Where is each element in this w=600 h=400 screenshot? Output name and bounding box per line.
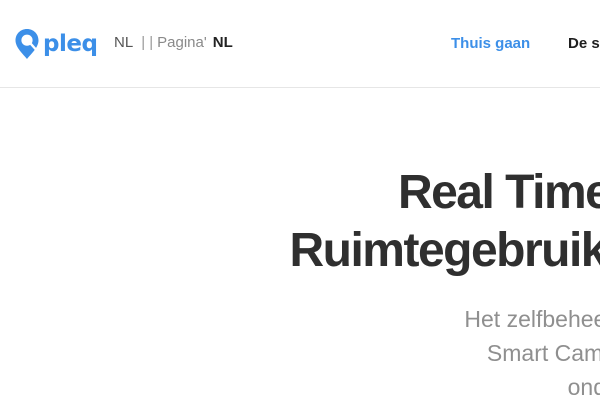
language-switch-link[interactable]: NL [213, 34, 233, 51]
hero-title-line-1: Real Time I [397, 166, 600, 219]
hero-title-line-2: Ruimtegebruik [289, 224, 600, 277]
hero-subtitle-line-3: ond [567, 374, 600, 400]
language-selector: NL | | Pagina' NL [114, 34, 233, 51]
logo-link[interactable]: pleq [14, 28, 98, 60]
current-language: NL [114, 34, 134, 51]
logo-text: pleq [43, 31, 98, 57]
nav-link-next[interactable]: De s [568, 35, 600, 52]
hero-subtitle-line-1: Het zelfbeheer [464, 306, 600, 332]
language-separator: | | [141, 34, 154, 51]
site-header: pleq NL | | Pagina' NL Thuis gaan De s [0, 0, 600, 88]
hero-subtitle: Het zelfbeheer Smart Camp ond [0, 302, 600, 400]
page-label: Pagina' [157, 34, 207, 51]
hero-title: Real Time I Ruimtegebruik [0, 164, 600, 280]
nav-link-home[interactable]: Thuis gaan [451, 35, 530, 52]
map-pin-icon [15, 29, 39, 59]
hero-subtitle-line-2: Smart Camp [486, 340, 600, 366]
